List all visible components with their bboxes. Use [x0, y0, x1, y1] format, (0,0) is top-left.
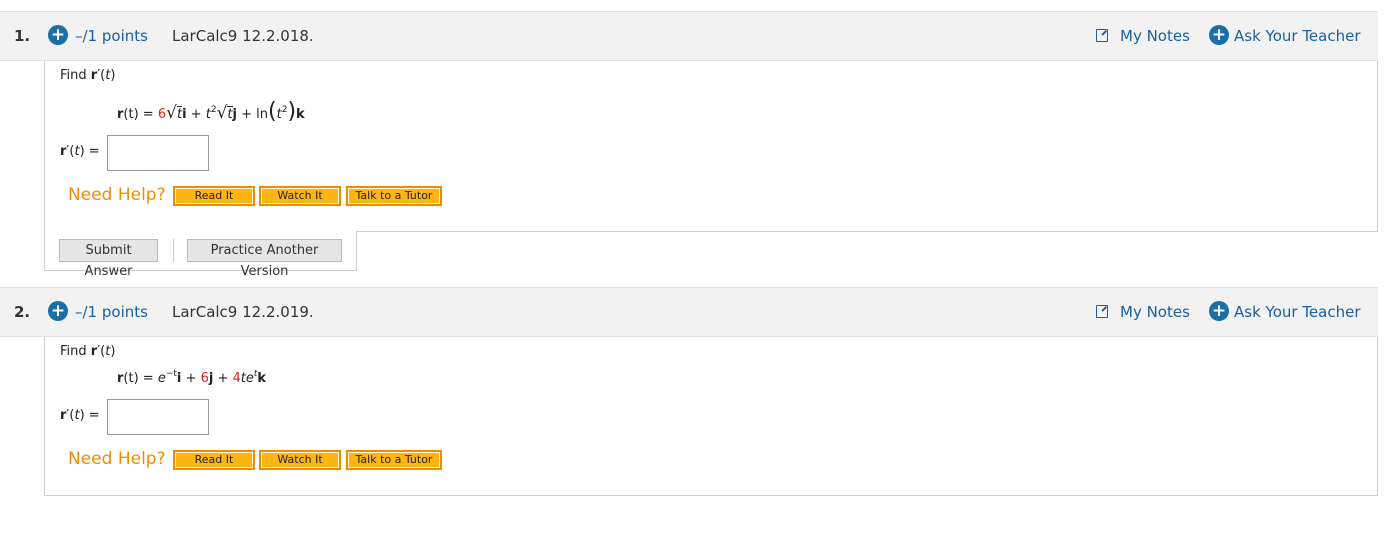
my-notes-label: My Notes — [1120, 303, 1190, 321]
button-separator — [173, 239, 174, 262]
read-it-button[interactable]: Read It — [173, 450, 255, 470]
talk-to-tutor-button[interactable]: Talk to a Tutor — [346, 186, 442, 206]
need-help-label: Need Help? — [68, 185, 166, 205]
answer-label: r′(t) = — [60, 144, 100, 159]
plus-icon: + — [1209, 25, 1229, 45]
question-1-header: 1. + –/1 points LarCalc9 12.2.018. My No… — [0, 11, 1378, 61]
need-help-label: Need Help? — [68, 449, 166, 469]
question-points: –/1 points — [75, 27, 148, 45]
question-2-header: 2. + –/1 points LarCalc9 12.2.019. My No… — [0, 287, 1378, 337]
question-points: –/1 points — [75, 303, 148, 321]
practice-another-version-button[interactable]: Practice Another Version — [187, 239, 342, 279]
expand-plus-icon[interactable]: + — [48, 301, 68, 321]
question-number: 2. — [14, 303, 31, 321]
answer-label: r′(t) = — [60, 408, 100, 423]
question-number: 1. — [14, 27, 31, 45]
vector-function-equation: r(t) = e−ti + 6j + 4tetk — [117, 369, 267, 386]
read-it-button[interactable]: Read It — [173, 186, 255, 206]
note-icon — [1096, 29, 1108, 42]
watch-it-button[interactable]: Watch It — [259, 186, 341, 206]
note-icon — [1096, 305, 1108, 318]
submit-area: Submit Answer Practice Another Version — [44, 231, 357, 279]
my-notes-label: My Notes — [1120, 27, 1190, 45]
ask-your-teacher-label: Ask Your Teacher — [1234, 303, 1361, 321]
find-prompt: Find r′(t) — [60, 68, 116, 83]
talk-to-tutor-button[interactable]: Talk to a Tutor — [346, 450, 442, 470]
submit-answer-button[interactable]: Submit Answer — [59, 239, 158, 279]
expand-plus-icon[interactable]: + — [48, 25, 68, 45]
find-prompt: Find r′(t) — [60, 344, 116, 359]
question-code: LarCalc9 12.2.018. — [172, 27, 314, 45]
ask-your-teacher-label: Ask Your Teacher — [1234, 27, 1361, 45]
question-code: LarCalc9 12.2.019. — [172, 303, 314, 321]
vector-function-equation: r(t) = 6√ti + t2√tj + ln(t2)k — [117, 99, 305, 124]
answer-input[interactable] — [107, 399, 209, 435]
question-1-body: Find r′(t) r(t) = 6√ti + t2√tj + ln(t2)k… — [44, 61, 1378, 232]
plus-icon: + — [1209, 301, 1229, 321]
my-notes-link[interactable]: My Notes — [1096, 303, 1190, 321]
watch-it-button[interactable]: Watch It — [259, 450, 341, 470]
my-notes-link[interactable]: My Notes — [1096, 27, 1190, 45]
answer-input[interactable] — [107, 135, 209, 171]
question-2-body: Find r′(t) r(t) = e−ti + 6j + 4tetk r′(t… — [44, 337, 1378, 496]
